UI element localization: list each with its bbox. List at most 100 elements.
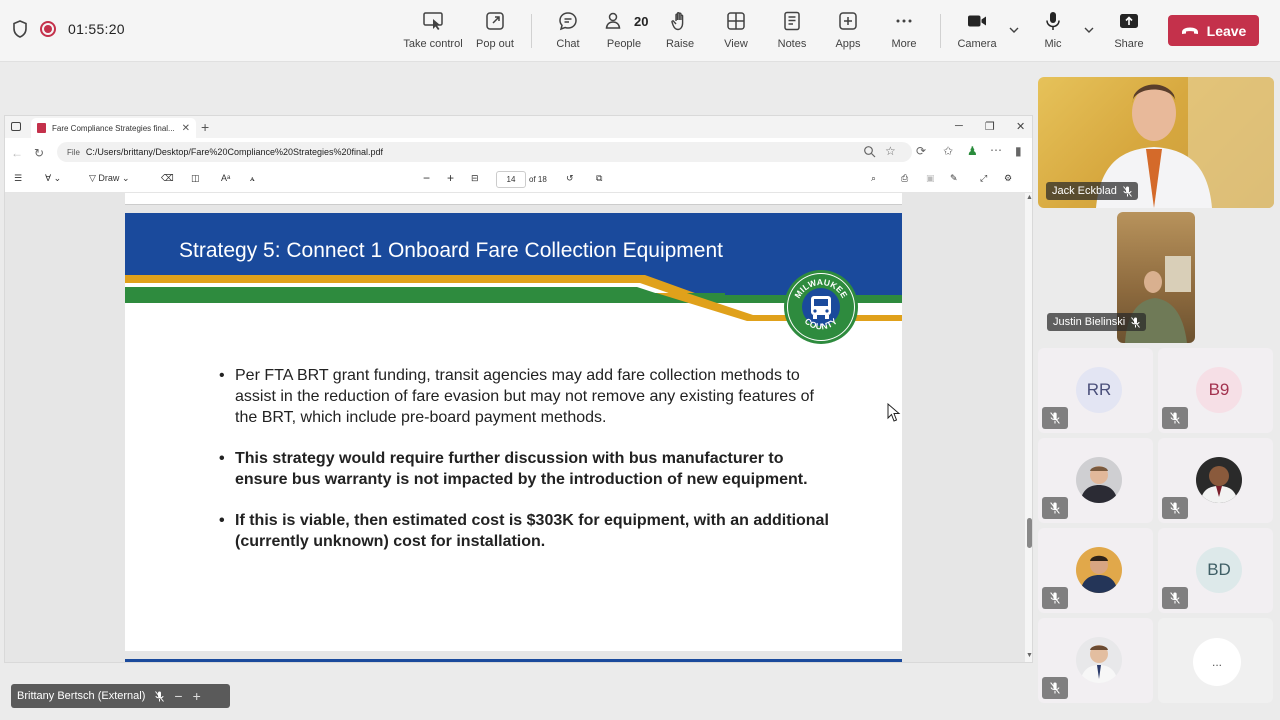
share-icon bbox=[1120, 14, 1138, 28]
pop-out-button[interactable]: Pop out bbox=[465, 10, 525, 56]
print-icon[interactable]: ⎙ bbox=[901, 173, 908, 184]
more-participants-button[interactable]: ... bbox=[1193, 638, 1241, 686]
minimize-icon[interactable]: ─ bbox=[955, 120, 963, 132]
avatar-photo bbox=[1076, 547, 1122, 593]
more-button[interactable]: More bbox=[874, 10, 934, 56]
muted-mic-icon bbox=[1131, 316, 1141, 328]
avatar: B9 bbox=[1196, 367, 1242, 413]
take-control-button[interactable]: Take control bbox=[403, 10, 463, 56]
muted-mic-icon bbox=[1170, 502, 1180, 514]
muted-badge bbox=[1162, 407, 1188, 429]
participant-tile[interactable]: B9 bbox=[1158, 348, 1273, 433]
erase-icon[interactable]: ⌫ bbox=[161, 173, 174, 184]
self-view-name-tag[interactable]: Brittany Bertsch (External) − + bbox=[11, 684, 230, 708]
close-window-icon[interactable]: ✕ bbox=[1016, 120, 1025, 133]
toolbar-divider bbox=[940, 14, 941, 48]
tab-actions-icon[interactable] bbox=[11, 122, 21, 131]
shield-icon bbox=[13, 20, 27, 38]
fit-page-icon[interactable]: ⊟ bbox=[471, 173, 479, 184]
sidebar-toggle-icon[interactable]: ▮ bbox=[1015, 144, 1022, 158]
participant-name-tag: Justin Bielinski bbox=[1047, 313, 1147, 331]
shared-screen-browser: Fare Compliance Strategies final... ✕ + … bbox=[4, 115, 1033, 663]
pdf-page-slide: Strategy 5: Connect 1 Onboard Fare Colle… bbox=[125, 213, 902, 651]
expand-self-view-icon[interactable]: + bbox=[193, 688, 201, 704]
translate-icon[interactable]: ꭺ bbox=[250, 173, 255, 184]
fullscreen-icon[interactable]: ⤢ bbox=[980, 173, 987, 184]
zoom-out-icon[interactable]: − bbox=[423, 171, 430, 185]
people-button[interactable]: 20 People bbox=[594, 10, 654, 56]
participant-tile[interactable]: BD bbox=[1158, 528, 1273, 613]
favorites-icon[interactable]: ✩ bbox=[943, 144, 953, 158]
page-view-icon[interactable]: ◫ bbox=[191, 173, 200, 184]
muted-badge bbox=[1042, 497, 1068, 519]
back-icon[interactable]: ← bbox=[11, 146, 23, 160]
muted-badge bbox=[1042, 677, 1068, 699]
scroll-thumb[interactable] bbox=[1027, 518, 1032, 548]
highlight-icon[interactable]: ∀ ⌄ bbox=[45, 173, 61, 184]
avatar-photo bbox=[1196, 457, 1242, 503]
participant-tile[interactable] bbox=[1158, 438, 1273, 523]
view-button[interactable]: View bbox=[706, 10, 766, 56]
mic-icon bbox=[1046, 12, 1060, 30]
two-page-icon[interactable]: ⧉ bbox=[596, 173, 602, 184]
chat-button[interactable]: Chat bbox=[538, 10, 598, 56]
pop-out-icon bbox=[486, 12, 504, 30]
new-tab-icon[interactable]: + bbox=[201, 119, 209, 135]
browser-tab-strip: Fare Compliance Strategies final... ✕ + … bbox=[5, 116, 1032, 138]
muted-mic-icon bbox=[1170, 592, 1180, 604]
video-tile-jack-eckblad[interactable]: Jack Eckblad bbox=[1038, 77, 1274, 208]
slide-title: Strategy 5: Connect 1 Onboard Fare Colle… bbox=[179, 239, 723, 262]
apps-button[interactable]: Apps bbox=[818, 10, 878, 56]
avatar-photo bbox=[1076, 637, 1122, 683]
save-icon[interactable]: ▣ bbox=[926, 173, 935, 184]
page-number-input[interactable]: 14 bbox=[496, 171, 526, 188]
close-tab-icon[interactable]: ✕ bbox=[182, 123, 190, 134]
muted-badge bbox=[1162, 497, 1188, 519]
bullet-grant-funding: Per FTA BRT grant funding, transit agenc… bbox=[215, 365, 835, 428]
save-as-icon[interactable]: ✎ bbox=[950, 173, 958, 184]
extensions-icon[interactable]: ⟳ bbox=[916, 144, 926, 158]
raise-hand-icon bbox=[671, 12, 684, 31]
search-icon[interactable]: ⌕ bbox=[871, 173, 876, 184]
pdf-viewer[interactable]: Strategy 5: Connect 1 Onboard Fare Colle… bbox=[5, 193, 1025, 662]
browser-menu-icon[interactable]: ⋯ bbox=[990, 143, 1002, 157]
mouse-cursor-icon bbox=[887, 403, 901, 422]
participant-tile[interactable] bbox=[1038, 618, 1153, 703]
leave-button[interactable]: Leave bbox=[1168, 15, 1259, 46]
zoom-in-icon[interactable]: + bbox=[447, 171, 454, 185]
draw-button[interactable]: ▽ Draw ⌄ bbox=[89, 173, 129, 184]
mic-options-chevron-icon[interactable] bbox=[1083, 24, 1095, 36]
muted-mic-icon bbox=[1122, 185, 1132, 197]
next-page-edge bbox=[125, 659, 902, 662]
zoom-icon[interactable] bbox=[863, 145, 876, 158]
participant-tile[interactable] bbox=[1038, 438, 1153, 523]
browser-tab-pdf[interactable]: Fare Compliance Strategies final... ✕ bbox=[31, 118, 196, 138]
restore-icon[interactable]: ❐ bbox=[985, 120, 995, 133]
people-icon bbox=[605, 12, 621, 29]
self-name: Brittany Bertsch (External) bbox=[17, 690, 146, 702]
mic-button[interactable]: Mic bbox=[1023, 10, 1083, 56]
scroll-down-icon[interactable]: ▼ bbox=[1026, 652, 1032, 659]
favorite-star-icon[interactable]: ☆ bbox=[885, 144, 896, 158]
settings-gear-icon[interactable]: ⚙ bbox=[1004, 173, 1012, 184]
address-bar[interactable]: File C:/Users/brittany/Desktop/Fare%20Co… bbox=[57, 142, 912, 162]
participant-tile[interactable] bbox=[1038, 528, 1153, 613]
muted-mic-icon bbox=[1170, 412, 1180, 424]
profile-icon[interactable]: ♟ bbox=[967, 144, 978, 158]
participant-tile[interactable]: RR bbox=[1038, 348, 1153, 433]
notes-button[interactable]: Notes bbox=[762, 10, 822, 56]
camera-options-chevron-icon[interactable] bbox=[1008, 24, 1020, 36]
scroll-up-icon[interactable]: ▲ bbox=[1026, 194, 1032, 201]
rotate-icon[interactable]: ↺ bbox=[566, 173, 574, 184]
camera-button[interactable]: Camera bbox=[947, 10, 1007, 56]
more-participants-tile[interactable]: ... bbox=[1158, 618, 1273, 703]
share-button[interactable]: Share bbox=[1099, 10, 1159, 56]
read-aloud-icon[interactable]: Aᵃ bbox=[221, 173, 230, 183]
raise-hand-button[interactable]: Raise bbox=[650, 10, 710, 56]
refresh-icon[interactable]: ↻ bbox=[34, 146, 44, 160]
page-total: of 18 bbox=[529, 175, 547, 184]
minimize-self-view-icon[interactable]: − bbox=[174, 688, 182, 704]
pdf-scrollbar[interactable]: ▲ ▼ bbox=[1025, 193, 1032, 662]
muted-mic-icon bbox=[155, 690, 165, 702]
contents-icon[interactable]: ☰ bbox=[14, 173, 22, 184]
